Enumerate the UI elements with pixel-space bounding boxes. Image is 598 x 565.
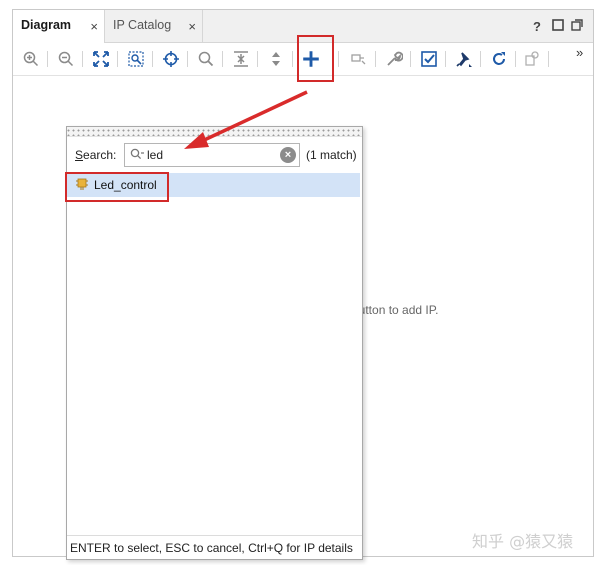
zoom-in-icon[interactable] (20, 48, 42, 70)
restore-icon[interactable] (571, 19, 583, 34)
close-icon[interactable]: × (90, 19, 98, 34)
tab-diagram[interactable]: Diagram × (13, 10, 105, 44)
wrench-icon[interactable] (383, 48, 405, 70)
validate-icon[interactable] (418, 48, 440, 70)
expand-icon[interactable] (265, 48, 287, 70)
clear-icon[interactable]: × (280, 147, 296, 163)
auto-connect-icon[interactable] (160, 48, 182, 70)
overflow-icon[interactable]: » (576, 45, 583, 60)
zoom-area-icon[interactable] (125, 48, 147, 70)
tab-ip-catalog-label: IP Catalog (113, 18, 172, 32)
match-count: (1 match) (306, 148, 357, 162)
canvas-hint: button to add IP. (352, 303, 439, 317)
search-icon[interactable] (195, 48, 217, 70)
zoom-out-icon[interactable] (55, 48, 77, 70)
search-field[interactable]: × (124, 143, 300, 167)
tab-diagram-label: Diagram (21, 18, 72, 32)
regenerate-icon[interactable] (521, 48, 543, 70)
result-highlight (65, 172, 169, 202)
tab-ip-catalog[interactable]: IP Catalog × (105, 10, 203, 43)
fit-view-icon[interactable] (90, 48, 112, 70)
popup-footer: ENTER to select, ESC to cancel, Ctrl+Q f… (67, 535, 362, 559)
port-icon[interactable] (348, 48, 370, 70)
add-ip-highlight (297, 35, 334, 82)
search-row: Search: × (1 match) (67, 137, 362, 173)
pin-icon[interactable] (453, 48, 475, 70)
search-label-mnemonic: S (75, 148, 84, 162)
refresh-icon[interactable] (488, 48, 510, 70)
watermark: 知乎 @猿又猿 (472, 532, 574, 551)
search-input[interactable] (147, 146, 275, 164)
search-label-text: earch: (83, 148, 117, 162)
search-label: Search: (75, 148, 116, 162)
help-icon[interactable]: ? (533, 19, 541, 34)
close-icon[interactable]: × (188, 19, 196, 34)
popup-drag-handle[interactable] (67, 127, 362, 137)
maximize-icon[interactable] (552, 19, 564, 34)
collapse-icon[interactable] (230, 48, 252, 70)
search-icon (130, 148, 144, 160)
